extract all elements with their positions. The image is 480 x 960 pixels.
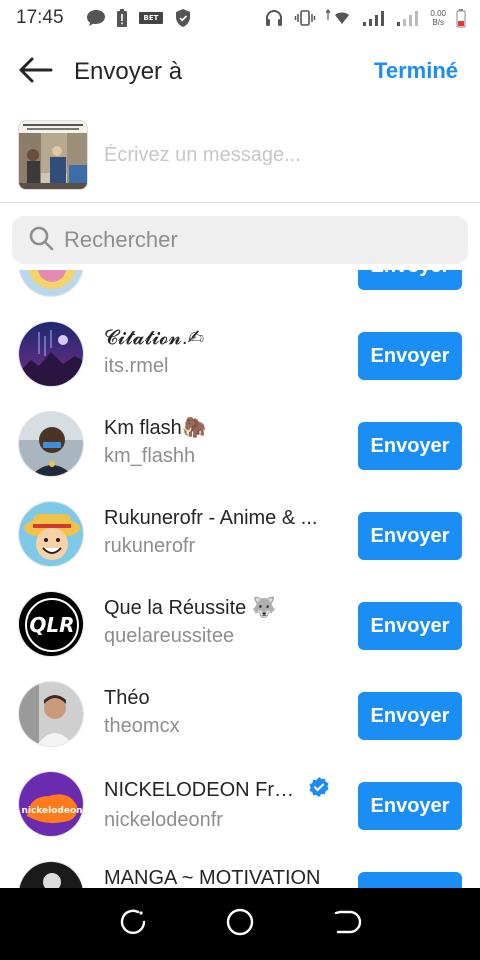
status-time: 17:45 xyxy=(16,7,64,28)
divider xyxy=(0,202,480,203)
search-input[interactable] xyxy=(64,227,444,253)
signal-weak-icon xyxy=(396,9,420,27)
recents-icon xyxy=(118,907,148,942)
contact-name: Rukunerofr - Anime & ... xyxy=(104,507,318,529)
message-input[interactable] xyxy=(104,143,444,167)
contact-username: its.rmel xyxy=(104,355,169,377)
contact-name-text: NICKELODEON Fran... xyxy=(104,779,304,801)
send-button[interactable]: Envoyer xyxy=(358,872,462,888)
list-item: MANGA ~ MOTIVATION Envoyer xyxy=(0,848,480,888)
back-button[interactable] xyxy=(16,56,54,88)
contact-username: rukunerofr xyxy=(104,535,196,557)
send-button[interactable]: Envoyer xyxy=(358,270,462,290)
recents-button[interactable] xyxy=(111,902,155,946)
send-button[interactable]: Envoyer xyxy=(358,332,462,380)
bet-winner-icon: BET xyxy=(138,10,164,26)
avatar xyxy=(18,501,84,567)
list-item: nickelodeon NICKELODEON Fran... nickelod… xyxy=(0,758,480,848)
list-item: les2philanthropes Envoyer xyxy=(0,270,480,308)
search-icon xyxy=(28,225,54,256)
send-button[interactable]: Envoyer xyxy=(358,512,462,560)
header: Envoyer à Terminé xyxy=(0,48,480,96)
search-bar[interactable] xyxy=(12,216,468,264)
headphones-icon xyxy=(264,8,284,28)
chat-bubble-icon xyxy=(86,9,106,27)
avatar xyxy=(18,270,84,297)
avatar xyxy=(18,411,84,477)
nickelodeon-logo-text: nickelodeon xyxy=(21,806,82,816)
avatar xyxy=(18,321,84,387)
list-item: Théo theomcx Envoyer xyxy=(0,668,480,758)
contact-name: Que la Réussite 🐺 xyxy=(104,597,277,619)
contact-username: km_flashh xyxy=(104,445,196,467)
send-button[interactable]: Envoyer xyxy=(358,422,462,470)
send-button[interactable]: Envoyer xyxy=(358,602,462,650)
recipient-list[interactable]: les2philanthropes Envoyer 𝓒𝓲𝓽𝓪𝓽𝓲𝓸𝓷.✍ its… xyxy=(0,270,480,888)
back-nav-icon xyxy=(332,907,362,942)
signal-icon xyxy=(362,9,386,27)
battery-low-icon xyxy=(456,8,466,28)
list-item: Rukunerofr - Anime & ... rukunerofr Envo… xyxy=(0,488,480,578)
wifi-icon xyxy=(326,9,352,27)
contact-name: 𝓒𝓲𝓽𝓪𝓽𝓲𝓸𝓷.✍ xyxy=(104,327,205,349)
status-bar: 17:45 BET 0.00 B/s xyxy=(0,0,480,36)
contact-name: NICKELODEON Fran... xyxy=(104,776,336,804)
battery-alert-icon xyxy=(116,8,128,28)
qlr-logo-text: QLR xyxy=(29,613,74,637)
contact-username: quelareussitee xyxy=(104,625,235,647)
contact-name: Km flash🦣 xyxy=(104,417,207,439)
verified-badge-icon xyxy=(308,776,330,804)
list-item: QLR Que la Réussite 🐺 quelareussitee Env… xyxy=(0,578,480,668)
list-item: Km flash🦣 km_flashh Envoyer xyxy=(0,398,480,488)
send-button[interactable]: Envoyer xyxy=(358,692,462,740)
avatar xyxy=(18,861,84,888)
list-item: 𝓒𝓲𝓽𝓪𝓽𝓲𝓸𝓷.✍ its.rmel Envoyer xyxy=(0,308,480,398)
svg-text:BET: BET xyxy=(143,14,158,22)
contact-username: nickelodeonfr xyxy=(104,809,223,831)
vibrate-icon xyxy=(294,9,316,27)
network-speed: 0.00 B/s xyxy=(430,9,446,27)
contact-name: MANGA ~ MOTIVATION xyxy=(104,867,321,888)
home-circle-icon xyxy=(225,907,255,942)
shared-post-thumbnail xyxy=(18,120,88,190)
send-button[interactable]: Envoyer xyxy=(358,782,462,830)
avatar xyxy=(18,681,84,747)
shield-icon xyxy=(174,8,192,28)
back-arrow-icon xyxy=(17,56,53,89)
done-button[interactable]: Terminé xyxy=(374,58,458,84)
system-nav-bar xyxy=(0,888,480,960)
compose-area xyxy=(18,120,462,190)
back-nav-button[interactable] xyxy=(325,902,369,946)
home-button[interactable] xyxy=(218,902,262,946)
page-title: Envoyer à xyxy=(74,58,183,85)
avatar: QLR xyxy=(18,591,84,657)
contact-username: theomcx xyxy=(104,715,180,737)
contact-name: Théo xyxy=(104,687,150,709)
avatar: nickelodeon xyxy=(18,771,84,837)
